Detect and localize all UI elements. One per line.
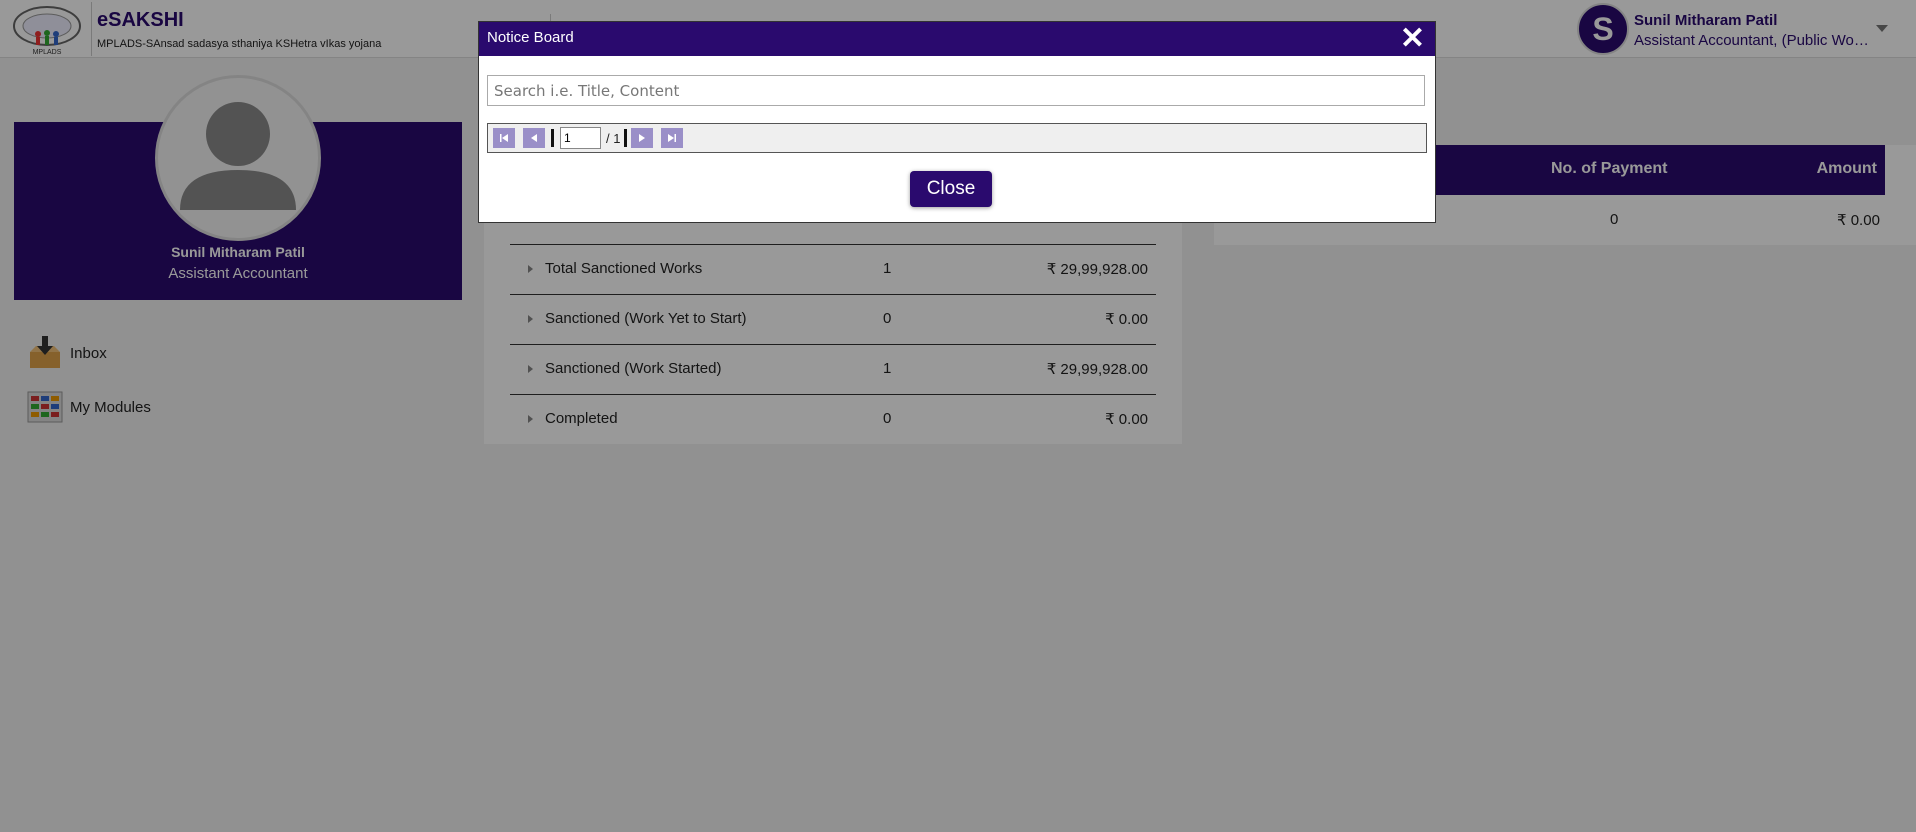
pager-separator	[551, 129, 554, 147]
close-icon[interactable]: ✕	[1400, 24, 1425, 54]
notice-board-dialog: Notice Board ✕ / 1 Close	[478, 21, 1436, 223]
last-page-icon[interactable]	[661, 128, 683, 148]
next-page-icon[interactable]	[631, 128, 653, 148]
pager-separator	[624, 129, 627, 147]
page-total: / 1	[606, 131, 621, 146]
dialog-title-bar: Notice Board ✕	[479, 22, 1435, 56]
pager-toolbar: / 1	[487, 123, 1427, 153]
close-button[interactable]: Close	[910, 171, 992, 207]
notice-search-input[interactable]	[487, 75, 1425, 106]
first-page-icon[interactable]	[493, 128, 515, 148]
page-number-input[interactable]	[560, 127, 601, 149]
previous-page-icon[interactable]	[523, 128, 545, 148]
dialog-title: Notice Board	[487, 29, 574, 46]
